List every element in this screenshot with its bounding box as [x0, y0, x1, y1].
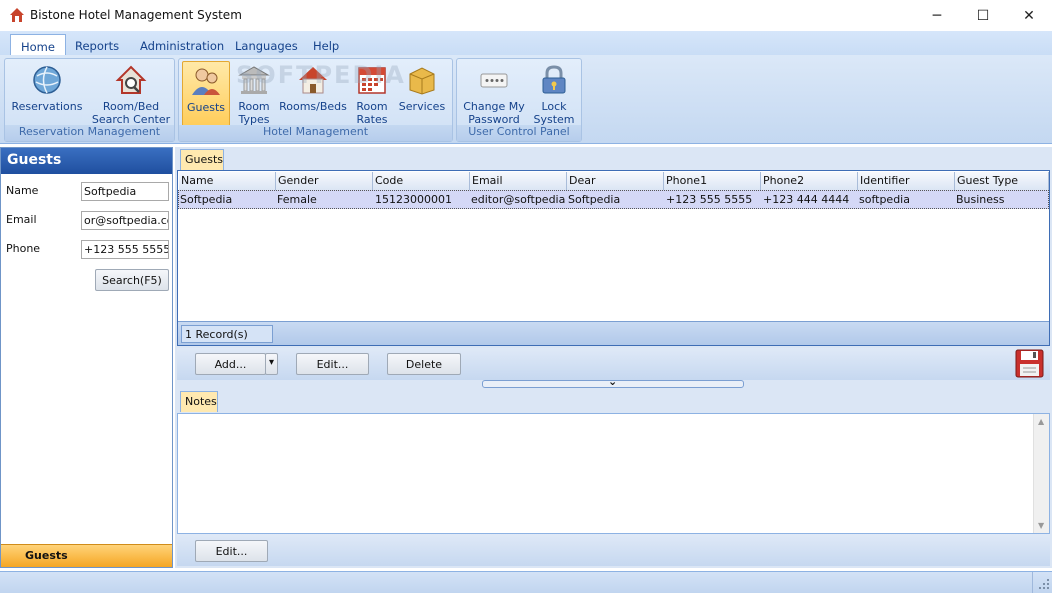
notes-edit-button[interactable]: Edit... — [195, 540, 268, 562]
add-dropdown-button[interactable]: ▾ — [265, 353, 278, 375]
password-icon — [478, 64, 510, 96]
tab-notes[interactable]: Notes — [180, 391, 218, 412]
phone-field[interactable]: +123 555 5555 — [81, 240, 169, 259]
change-password-label-1: Change My — [463, 100, 525, 113]
window-title: Bistone Hotel Management System — [30, 8, 242, 22]
close-button[interactable]: ✕ — [1006, 0, 1052, 31]
column-header[interactable]: Gender — [276, 172, 373, 190]
group-caption-reservation: Reservation Management — [5, 125, 174, 141]
app-house-icon — [10, 8, 24, 22]
search-button[interactable]: Search(F5) — [95, 269, 169, 291]
scroll-up-icon[interactable]: ▲ — [1038, 417, 1044, 426]
guests-nav-button[interactable]: Guests — [1, 544, 172, 567]
house-search-icon — [115, 64, 147, 96]
services-label: Services — [398, 100, 446, 113]
column-header[interactable]: Dear — [567, 172, 664, 190]
table-cell: Softpedia — [180, 193, 233, 206]
column-header[interactable]: Name — [179, 172, 276, 190]
lock-icon — [538, 64, 570, 96]
rooms-beds-label: Rooms/Beds — [279, 100, 347, 113]
group-user-control-panel: Change My Password Lock System User Cont… — [456, 58, 582, 142]
globe-icon — [31, 64, 63, 96]
minimize-button[interactable]: ─ — [914, 0, 960, 31]
tab-home[interactable]: Home — [10, 34, 66, 55]
panel-splitter[interactable]: ⌄ — [482, 375, 744, 388]
table-cell: Female — [277, 193, 317, 206]
guests-grid: Name Gender Code Email Dear Phone1 Phone… — [177, 170, 1050, 346]
scroll-down-icon[interactable]: ▼ — [1038, 521, 1044, 530]
tab-languages[interactable]: Languages — [225, 36, 308, 55]
guest-search-panel: Guests Name Softpedia Email or@softpedia… — [0, 147, 173, 568]
edit-button[interactable]: Edit... — [296, 353, 369, 375]
email-label: Email — [6, 213, 37, 226]
tab-help[interactable]: Help — [303, 36, 349, 55]
grid-footer: 1 Record(s) — [178, 321, 1049, 345]
room-bed-search-center-button[interactable]: Room/Bed Search Center — [91, 61, 171, 127]
room-bed-label-1: Room/Bed — [102, 100, 160, 113]
column-header[interactable]: Identifier — [858, 172, 955, 190]
tab-reports[interactable]: Reports — [65, 36, 129, 55]
delete-button[interactable]: Delete — [387, 353, 461, 375]
table-cell: +123 444 4444 — [763, 193, 850, 206]
room-rates-label-1: Room — [356, 100, 388, 113]
lock-system-button[interactable]: Lock System — [531, 61, 577, 127]
title-bar: Bistone Hotel Management System ─ ☐ ✕ — [0, 0, 1052, 31]
phone-label: Phone — [6, 242, 41, 255]
column-header[interactable]: Phone2 — [761, 172, 858, 190]
notes-textarea[interactable]: ▲ ▼ — [177, 413, 1050, 534]
column-header[interactable]: Phone1 — [664, 172, 761, 190]
group-caption-hotel: Hotel Management — [179, 125, 452, 141]
column-header[interactable]: Guest Type — [955, 172, 1049, 190]
notes-scrollbar[interactable]: ▲ ▼ — [1033, 414, 1049, 533]
reservations-label: Reservations — [11, 100, 83, 113]
group-caption-user: User Control Panel — [457, 125, 581, 141]
ribbon: Reservations Room/Bed Search Center Rese… — [0, 55, 1052, 144]
save-icon[interactable] — [1015, 349, 1044, 378]
chevron-down-icon: ⌄ — [608, 375, 618, 388]
column-header[interactable]: Code — [373, 172, 470, 190]
status-bar — [0, 571, 1052, 593]
reservations-button[interactable]: Reservations — [11, 61, 83, 127]
menu-tabs: Home Reports Administration Languages He… — [0, 31, 1052, 55]
name-label: Name — [6, 184, 39, 197]
tab-guests[interactable]: Guests — [180, 149, 224, 170]
tab-administration[interactable]: Administration — [130, 36, 234, 55]
guests-icon — [190, 65, 222, 97]
table-cell: Softpedia — [568, 193, 621, 206]
table-cell: 15123000001 — [375, 193, 452, 206]
panel-title: Guests — [1, 148, 172, 174]
record-count: 1 Record(s) — [181, 325, 273, 343]
box-icon — [406, 64, 438, 96]
table-cell: Business — [956, 193, 1005, 206]
notes-action-bar: Edit... — [177, 534, 1050, 566]
guests-button[interactable]: Guests — [182, 61, 230, 127]
table-cell: editor@softpedia.c — [471, 193, 565, 206]
table-cell: softpedia — [859, 193, 910, 206]
resize-grip[interactable] — [1032, 572, 1052, 593]
add-button[interactable]: Add... — [195, 353, 266, 375]
change-password-button[interactable]: Change My Password — [461, 61, 527, 127]
group-reservation-management: Reservations Room/Bed Search Center Rese… — [4, 58, 175, 142]
column-header[interactable]: Email — [470, 172, 567, 190]
room-types-label-1: Room — [238, 100, 270, 113]
name-field[interactable]: Softpedia — [81, 182, 169, 201]
email-field[interactable]: or@softpedia.com — [81, 211, 169, 230]
maximize-button[interactable]: ☐ — [960, 0, 1006, 31]
lock-system-label-1: Lock — [541, 100, 567, 113]
table-cell: +123 555 5555 — [666, 193, 753, 206]
softpedia-watermark: SOFTPEDIA — [236, 61, 406, 89]
guests-label: Guests — [186, 101, 226, 114]
